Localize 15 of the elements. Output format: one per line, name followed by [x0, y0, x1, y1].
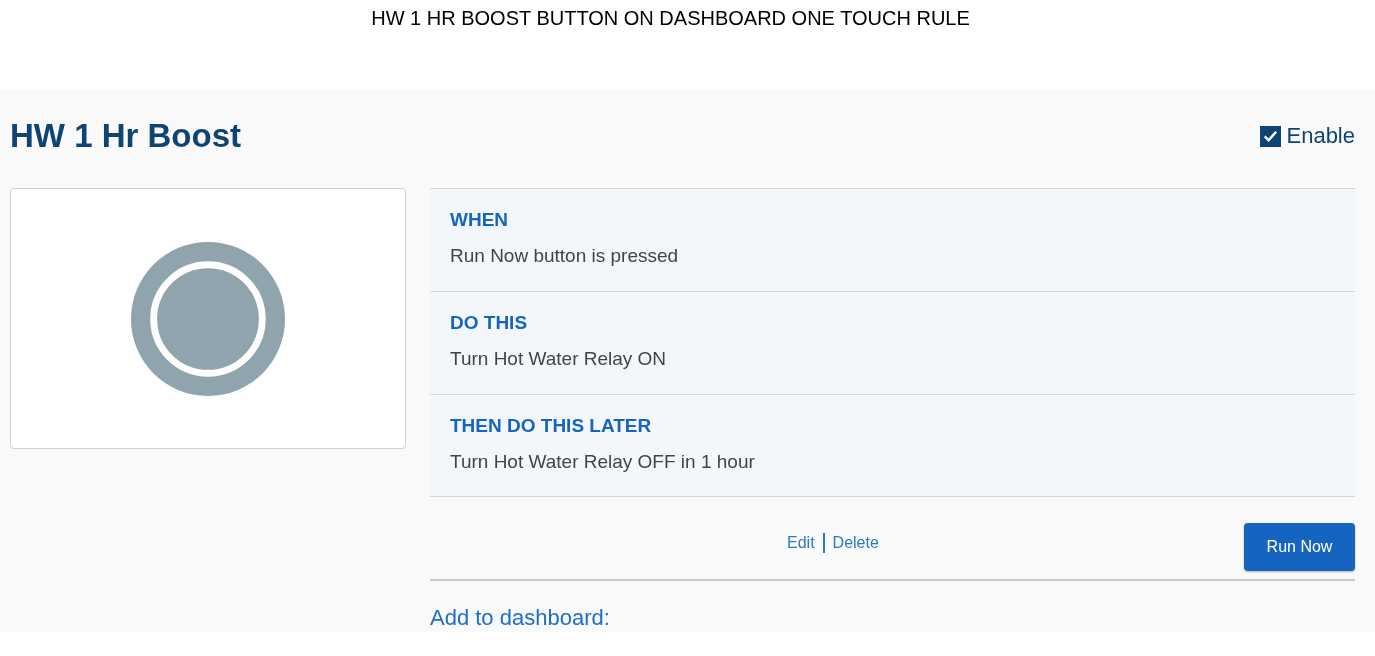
enable-checkbox[interactable]	[1260, 125, 1282, 147]
enable-label: Enable	[1286, 123, 1355, 149]
section-heading: WHEN	[450, 209, 510, 231]
push-button-icon	[129, 239, 287, 398]
section-text: Turn Hot Water Relay ON	[450, 348, 668, 370]
action-link[interactable]: Edit	[787, 534, 815, 552]
dashboard-label: Add to dashboard:	[430, 605, 610, 631]
section-text: Turn Hot Water Relay OFF in 1 hour	[450, 451, 756, 473]
section-heading: DO THIS	[450, 312, 529, 334]
section-text: Run Now button is pressed	[450, 245, 680, 267]
page-caption: HW 1 HR BOOST BUTTON ON DASHBOARD ONE TOUCH RULE	[371, 7, 970, 31]
run-now-button[interactable]: Run Now	[1244, 523, 1355, 571]
rule-title: HW 1 Hr Boost	[10, 117, 241, 155]
action-link[interactable]: Delete	[832, 534, 879, 552]
section-heading: THEN DO THIS LATER	[450, 415, 653, 437]
